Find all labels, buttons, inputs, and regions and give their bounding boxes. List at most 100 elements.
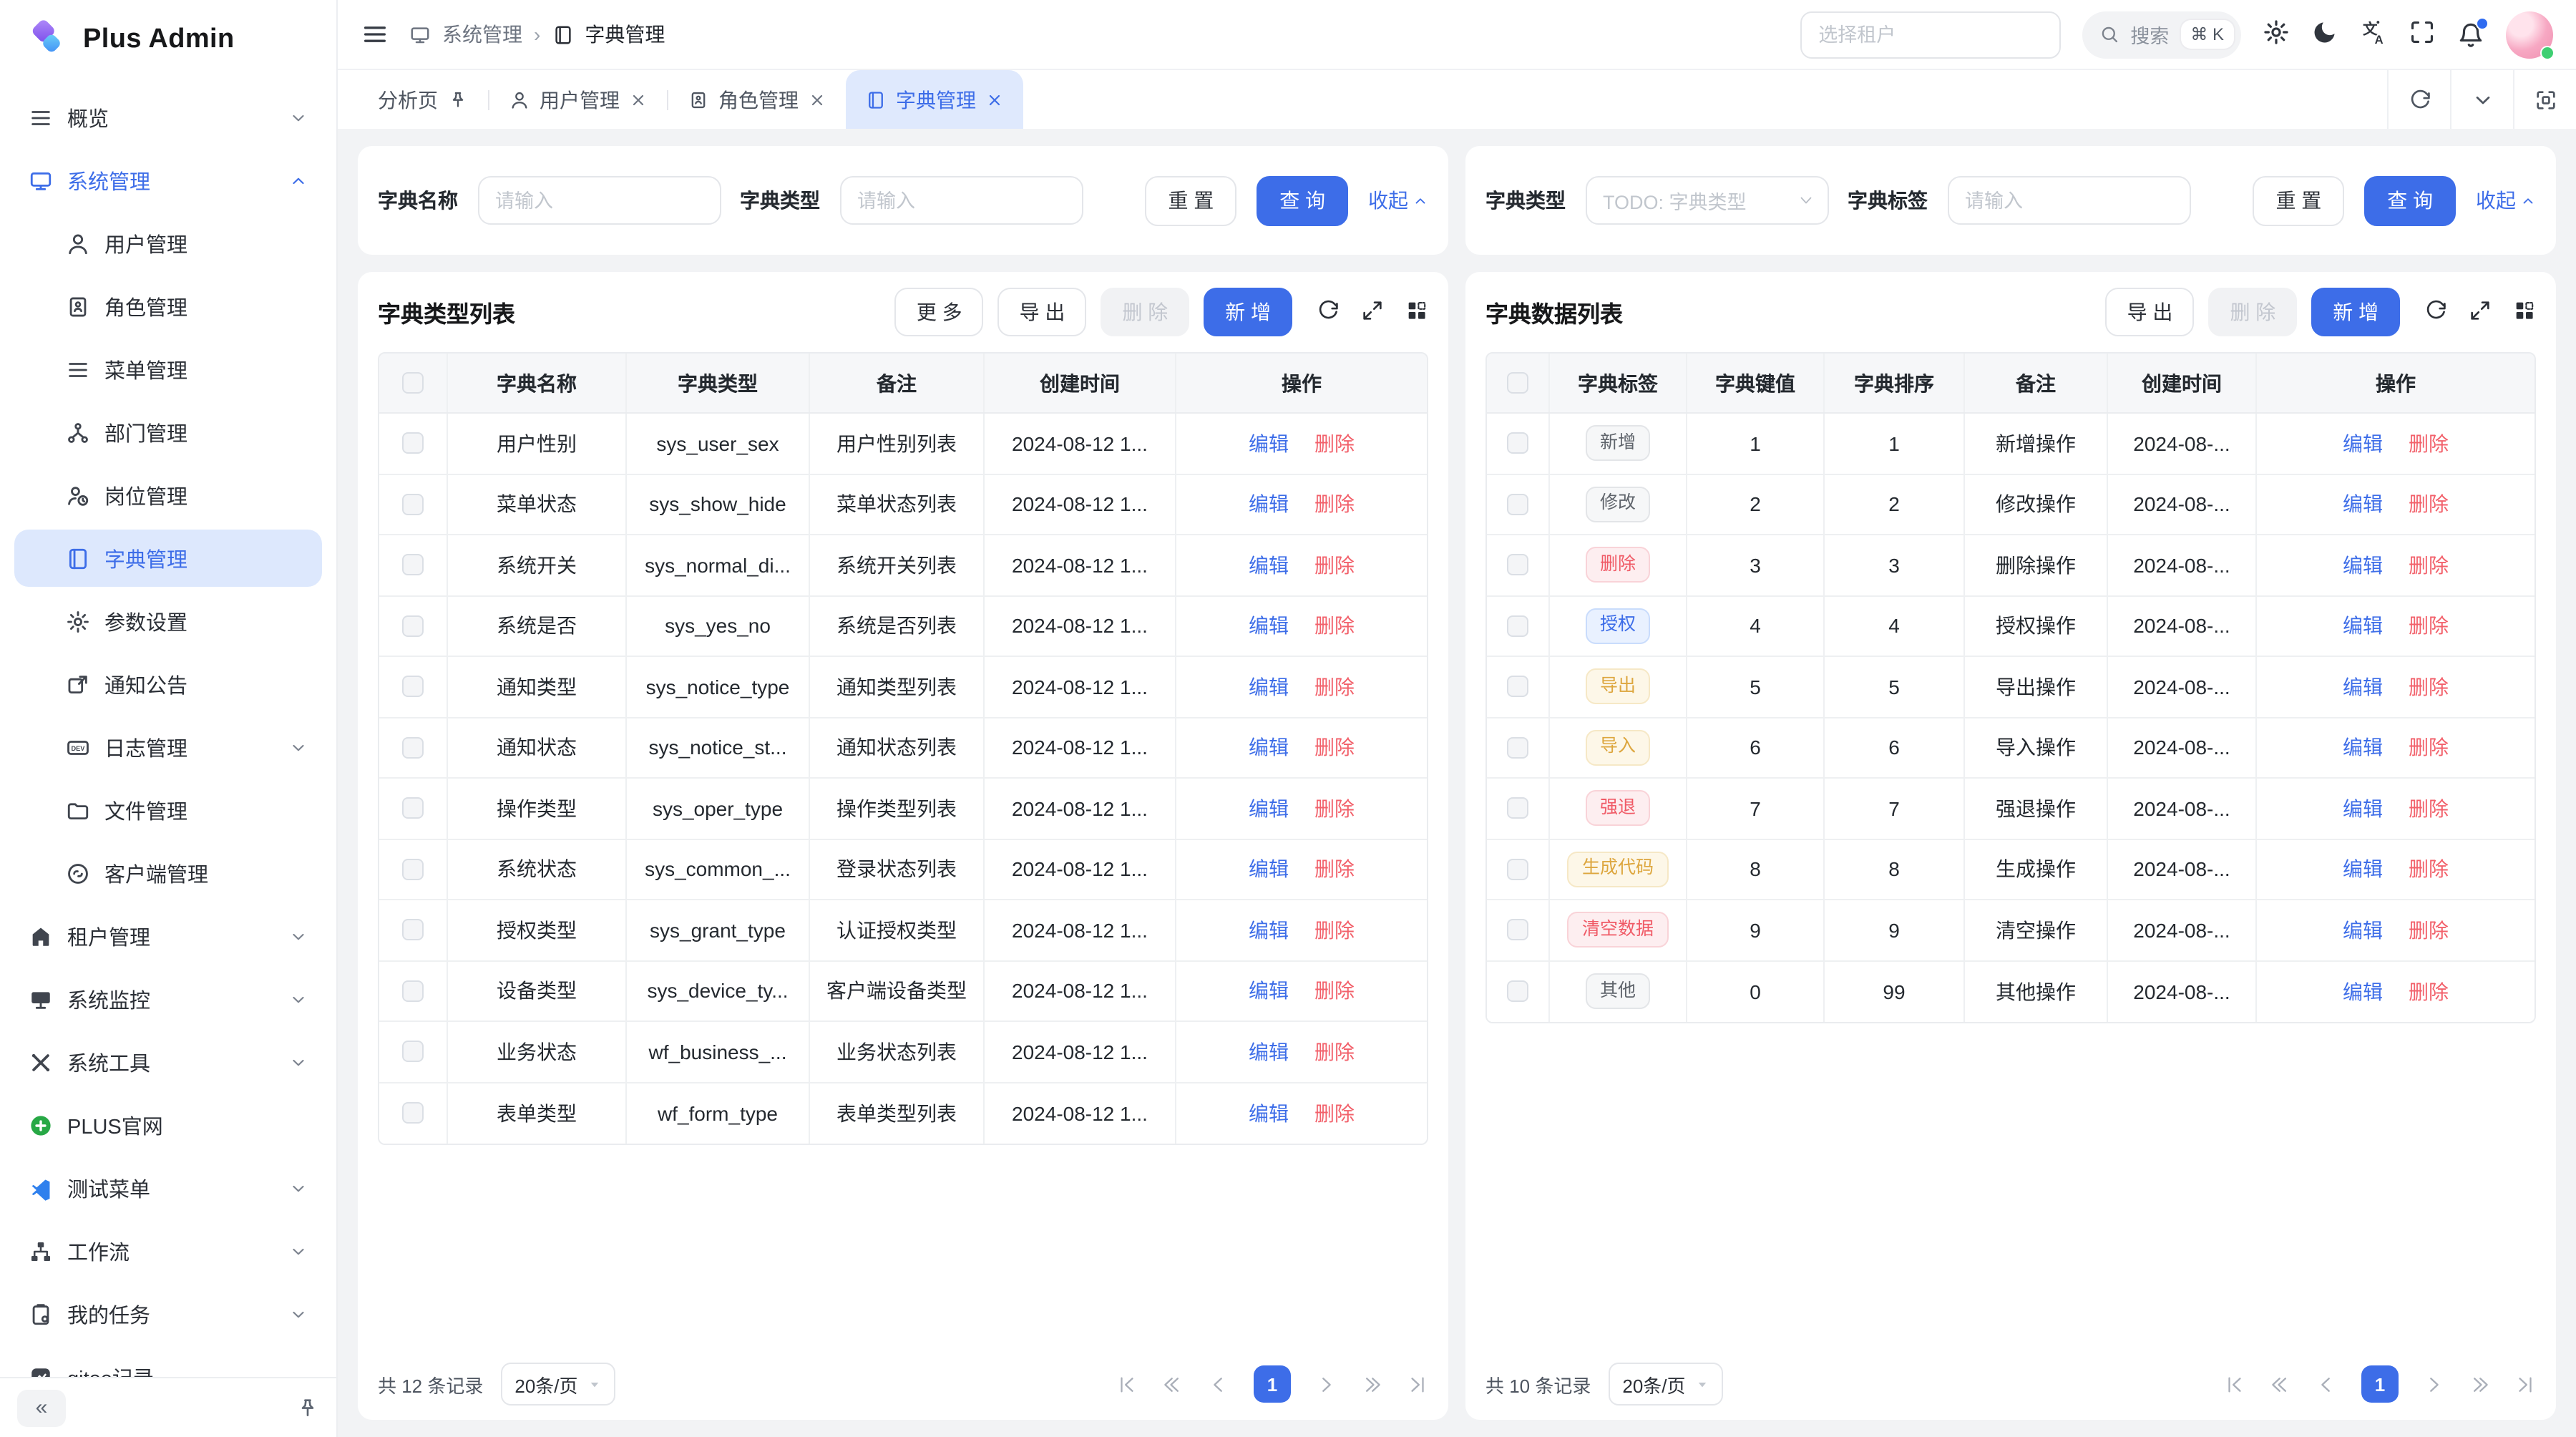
fullscreen-button[interactable] [2409,19,2436,50]
delete-button[interactable]: 删 除 [2208,288,2297,336]
edit-link[interactable]: 编辑 [2343,734,2383,762]
column-header[interactable]: 备注 [1965,354,2108,412]
row-checkbox[interactable] [1507,676,1528,698]
row-checkbox[interactable] [1507,555,1528,576]
sidebar-item-menu-management[interactable]: 菜单管理 [14,341,322,398]
column-header[interactable]: 字典名称 [448,354,627,412]
column-header[interactable]: 操作 [1176,354,1427,412]
table-columns-button[interactable] [2513,298,2536,326]
row-checkbox[interactable] [402,980,424,1002]
delete-link[interactable]: 删除 [2409,429,2449,458]
sidebar-item-system-monitor[interactable]: 系统监控 [14,970,322,1028]
edit-link[interactable]: 编辑 [2343,794,2383,823]
sidebar-item-dict-management[interactable]: 字典管理 [14,530,322,587]
row-checkbox[interactable] [402,920,424,941]
breadcrumb-item[interactable]: 系统管理 [442,20,522,49]
delete-link[interactable]: 删除 [2409,978,2449,1006]
edit-link[interactable]: 编辑 [2343,429,2383,458]
sidebar-item-my-tasks[interactable]: 我的任务 [14,1285,322,1343]
pg-prev2-icon[interactable] [2270,1373,2291,1395]
add-button[interactable]: 新 增 [1204,288,1292,336]
sidebar-item-system-management[interactable]: 系统管理 [14,152,322,209]
row-checkbox[interactable] [402,494,424,515]
sidebar-item-param-settings[interactable]: 参数设置 [14,593,322,650]
edit-link[interactable]: 编辑 [1249,977,1289,1005]
current-page[interactable]: 1 [2361,1365,2399,1403]
edit-link[interactable]: 编辑 [2343,673,2383,701]
sidebar-item-system-tools[interactable]: 系统工具 [14,1033,322,1091]
row-checkbox[interactable] [402,1041,424,1063]
close-icon[interactable] [630,91,647,108]
page-size-select[interactable]: 20条/页 [500,1363,615,1406]
edit-link[interactable]: 编辑 [2343,978,2383,1006]
delete-link[interactable]: 删除 [1314,673,1355,701]
row-checkbox[interactable] [1507,859,1528,880]
table-expand-button[interactable] [2469,298,2492,326]
row-checkbox[interactable] [1507,798,1528,819]
edit-link[interactable]: 编辑 [1249,612,1289,640]
row-checkbox[interactable] [1507,981,1528,1003]
row-checkbox[interactable] [1507,737,1528,759]
column-header[interactable]: 备注 [810,354,985,412]
delete-link[interactable]: 删除 [2409,794,2449,823]
delete-link[interactable]: 删除 [2409,490,2449,519]
edit-link[interactable]: 编辑 [2343,551,2383,580]
close-icon[interactable] [986,91,1003,108]
delete-link[interactable]: 删除 [2409,855,2449,884]
dict-type-search-input[interactable] [840,176,1083,225]
edit-link[interactable]: 编辑 [1249,551,1289,580]
delete-link[interactable]: 删除 [2409,551,2449,580]
row-checkbox[interactable] [1507,494,1528,515]
delete-link[interactable]: 删除 [1314,1038,1355,1066]
edit-link[interactable]: 编辑 [1249,734,1289,762]
table-refresh-button[interactable] [1317,298,1340,326]
sidebar-item-plus-website[interactable]: PLUS官网 [14,1096,322,1154]
tab-analysis[interactable]: 分析页 [358,70,488,129]
tab-user-management[interactable]: 用户管理 [489,70,667,129]
global-search-button[interactable]: 搜索 ⌘ K [2082,11,2241,58]
sidebar-item-client-management[interactable]: 客户端管理 [14,844,322,902]
sidebar-item-notice[interactable]: 通知公告 [14,656,322,713]
edit-link[interactable]: 编辑 [2343,490,2383,519]
pg-next-icon[interactable] [2423,1373,2444,1395]
delete-link[interactable]: 删除 [1314,855,1355,884]
edit-link[interactable]: 编辑 [1249,794,1289,823]
table-refresh-button[interactable] [2424,298,2447,326]
sidebar-item-file-management[interactable]: 文件管理 [14,781,322,839]
column-header[interactable]: 操作 [2257,354,2534,412]
row-checkbox[interactable] [1507,433,1528,454]
pg-first-icon[interactable] [2224,1373,2245,1395]
row-checkbox[interactable] [1507,615,1528,637]
breadcrumb-item[interactable]: 字典管理 [585,20,665,49]
edit-link[interactable]: 编辑 [2343,855,2383,884]
collapse-link[interactable]: 收起 [1368,186,1428,215]
edit-link[interactable]: 编辑 [1249,1038,1289,1066]
page-size-select[interactable]: 20条/页 [1608,1363,1722,1406]
column-header[interactable]: 创建时间 [2108,354,2257,412]
tabbar-scan-button[interactable] [2513,70,2576,129]
sidebar-collapse-button[interactable]: « [17,1389,66,1426]
edit-link[interactable]: 编辑 [1249,490,1289,519]
translate-button[interactable]: 文A [2360,19,2387,50]
dict-data-search-input[interactable] [1948,176,2191,225]
sidebar-item-tenant-management[interactable]: 租户管理 [14,907,322,965]
pg-next-icon[interactable] [1315,1373,1337,1395]
sidebar-item-overview[interactable]: 概览 [14,89,322,146]
sidebar-item-dept-management[interactable]: 部门管理 [14,404,322,461]
row-checkbox[interactable] [402,798,424,819]
pin-icon[interactable] [448,89,468,109]
sidebar-pin-icon[interactable] [296,1396,319,1419]
edit-link[interactable]: 编辑 [1249,916,1289,945]
delete-link[interactable]: 删除 [1314,490,1355,519]
column-header[interactable]: 字典排序 [1825,354,1965,412]
close-icon[interactable] [809,91,826,108]
add-button[interactable]: 新 增 [2311,288,2400,336]
dict-data-type-select[interactable]: TODO: 字典类型 [1586,176,1829,225]
pg-last-icon[interactable] [1407,1373,1428,1395]
query-button[interactable]: 查 询 [2364,175,2456,225]
column-header[interactable]: 创建时间 [985,354,1176,412]
pg-first-icon[interactable] [1116,1373,1138,1395]
delete-link[interactable]: 删除 [2409,673,2449,701]
notifications-button[interactable] [2457,21,2484,48]
reset-button[interactable]: 重 置 [2253,175,2344,225]
